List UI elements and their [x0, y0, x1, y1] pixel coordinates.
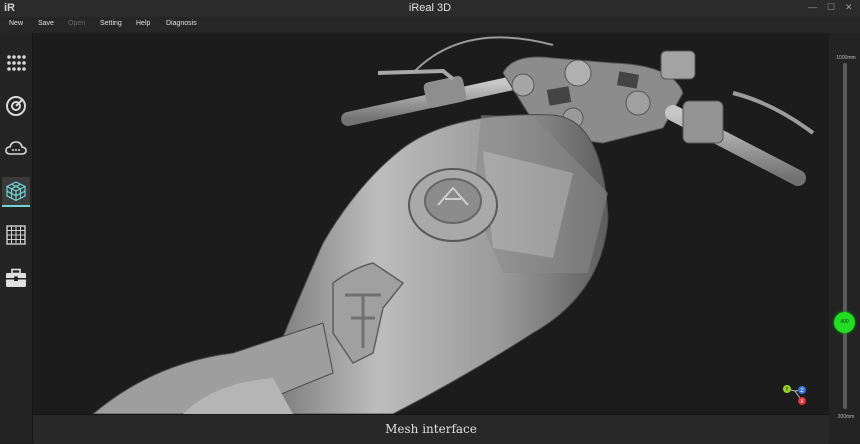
sidebar-item-points[interactable]: [2, 48, 30, 78]
slider-max-label: 1000mm: [836, 55, 856, 61]
depth-slider-track[interactable]: [843, 63, 847, 409]
sidebar-item-cloud[interactable]: [2, 134, 30, 164]
z-axis-label: Z: [800, 388, 804, 394]
window-title: iReal 3D: [408, 2, 452, 14]
status-bar: Mesh interface: [33, 414, 829, 444]
axis-gizmo: Y Z X: [781, 381, 811, 409]
menu-setting[interactable]: Setting: [100, 20, 122, 27]
menu-open[interactable]: Open: [68, 20, 85, 27]
x-axis-label: X: [800, 399, 804, 405]
menu-new[interactable]: New: [9, 20, 23, 27]
status-text: Mesh interface: [385, 422, 477, 436]
depth-panel: 1000mm 400 200mm: [829, 33, 860, 443]
slider-min-label: 200mm: [837, 414, 855, 420]
sidebar-item-scan[interactable]: [2, 91, 30, 121]
menu-help[interactable]: Help: [136, 20, 150, 27]
minimize-button[interactable]: —: [808, 2, 817, 12]
menu-bar: New Save Open Setting Help Diagnosis: [0, 17, 860, 33]
3d-viewport[interactable]: Y Z X: [33, 33, 829, 414]
motorcycle-mesh-model: [92, 36, 815, 414]
toolbox-icon: [6, 268, 26, 287]
dot-grid-icon: [7, 55, 26, 71]
sidebar-item-tools[interactable]: [2, 263, 30, 293]
grid-icon: [6, 225, 26, 245]
cloud-icon: [5, 141, 27, 155]
depth-slider-knob[interactable]: 400: [834, 312, 855, 333]
sidebar-item-grid[interactable]: [2, 220, 30, 250]
menu-diagnosis[interactable]: Diagnosis: [166, 20, 197, 27]
slider-value-label: 400: [840, 319, 849, 325]
maximize-button[interactable]: ☐: [827, 2, 835, 13]
tool-sidebar: [0, 33, 33, 443]
sidebar-item-mesh[interactable]: [2, 177, 30, 207]
menu-save[interactable]: Save: [38, 20, 54, 27]
title-bar: iR iReal 3D — ☐ ✕: [0, 0, 860, 17]
mesh-cube-icon: [6, 181, 26, 202]
scan-target-icon: [6, 96, 26, 116]
close-button[interactable]: ✕: [845, 2, 853, 13]
